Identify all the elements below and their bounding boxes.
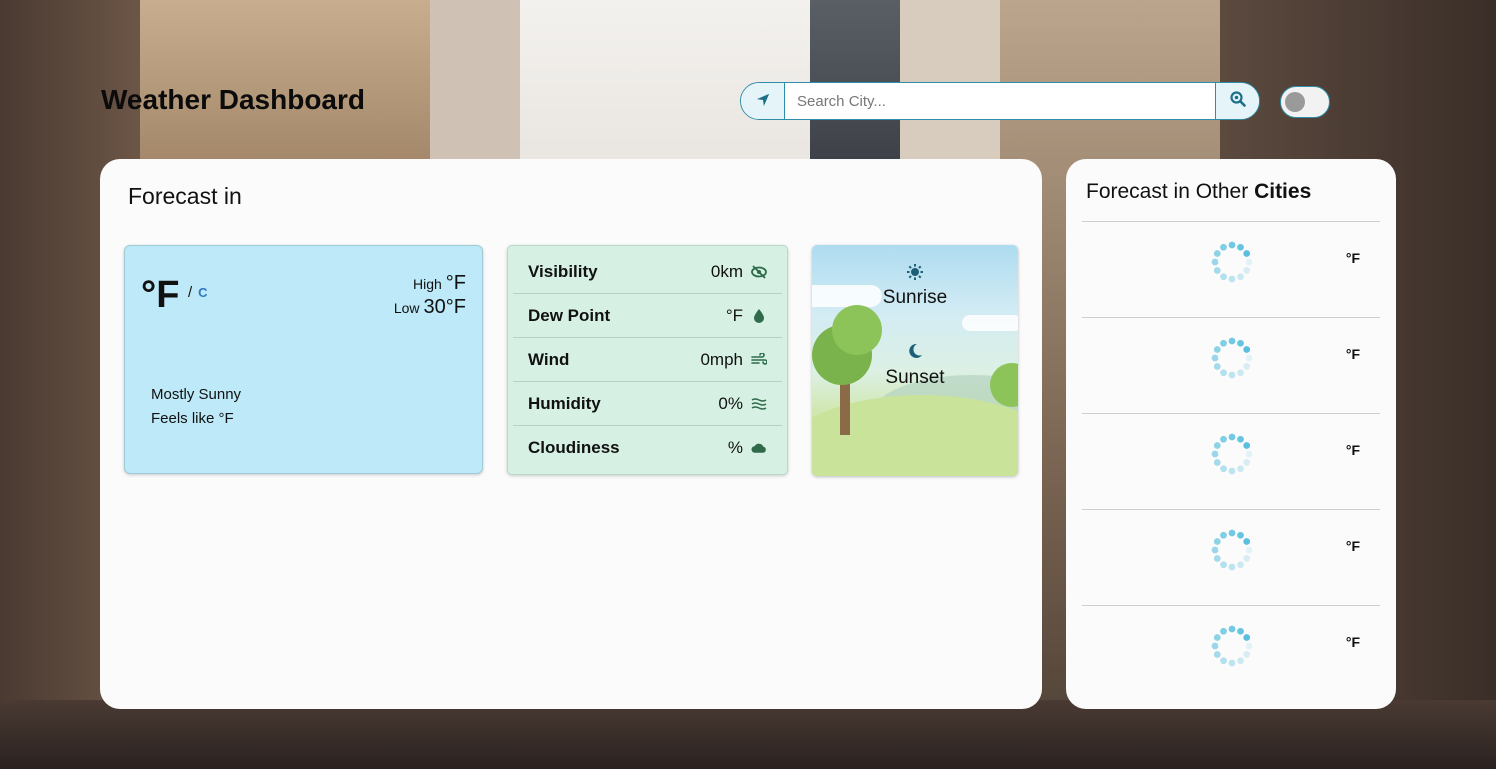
current-temp-card: °F / C High °F Low 30°F Mostly Sunny Feels … (124, 245, 483, 474)
wind-icon (751, 352, 767, 368)
celsius-link[interactable]: C (198, 285, 207, 300)
unit-separator: / (188, 284, 193, 301)
loading-spinner-icon (1210, 624, 1254, 668)
detail-label: Cloudiness (528, 438, 620, 457)
feels-like-text: Feels like °F (151, 410, 234, 427)
cloud-icon (751, 440, 767, 456)
unit-switch: / C (188, 284, 208, 301)
water-icon (751, 396, 767, 412)
other-cities-title: Forecast in Other Cities (1086, 180, 1312, 203)
search-icon (1229, 91, 1246, 111)
detail-value: °F (725, 305, 743, 325)
sunset-label: Sunset (885, 367, 945, 388)
high-low: High °F Low 30°F (394, 272, 466, 320)
city-row[interactable]: °F (1082, 509, 1380, 605)
detail-label: Dew Point (528, 305, 611, 325)
detail-label: Humidity (528, 393, 601, 413)
detail-value: 0mph (700, 349, 743, 369)
detail-value: % (727, 438, 743, 457)
sun-times-card: Sunrise Sunset (812, 245, 1018, 476)
city-list: °F °F °F °F °F (1082, 221, 1380, 701)
loading-spinner-icon (1210, 528, 1254, 572)
city-temp: °F (1345, 538, 1360, 554)
sunrise-label: Sunrise (882, 287, 948, 308)
detail-humidity: Humidity 0% (513, 382, 782, 426)
loading-spinner-icon (1210, 432, 1254, 476)
forecast-title: Forecast in (128, 183, 242, 209)
location-button[interactable] (741, 83, 785, 119)
current-temp: °F (141, 274, 180, 316)
city-temp: °F (1345, 346, 1360, 362)
search-bar (740, 82, 1260, 120)
detail-label: Wind (528, 349, 570, 369)
city-temp: °F (1345, 250, 1360, 266)
city-row[interactable]: °F (1082, 221, 1380, 317)
low-label: Low (393, 300, 420, 316)
theme-toggle[interactable] (1280, 86, 1330, 118)
city-row[interactable]: °F (1082, 317, 1380, 413)
detail-value: 0% (718, 393, 743, 413)
droplet-icon (751, 308, 767, 324)
toggle-knob (1285, 92, 1305, 112)
city-row[interactable]: °F (1082, 605, 1380, 701)
high-label: High (412, 276, 442, 292)
detail-visibility: Visibility 0km (513, 250, 782, 294)
detail-wind: Wind 0mph (513, 338, 782, 382)
loading-spinner-icon (1210, 240, 1254, 284)
city-row[interactable]: °F (1082, 413, 1380, 509)
main-forecast-card: Forecast in °F / C High °F Low 30°F Mostly … (100, 159, 1042, 709)
page-title: Weather Dashboard (101, 84, 365, 115)
moon-icon (907, 343, 923, 363)
city-temp: °F (1345, 442, 1360, 458)
search-button[interactable] (1215, 83, 1259, 119)
search-input[interactable] (785, 83, 1215, 119)
sunrise-icon (906, 263, 924, 285)
detail-label: Visibility (528, 261, 598, 281)
low-value: 30°F (423, 296, 466, 318)
loading-spinner-icon (1210, 336, 1254, 380)
detail-dew-point: Dew Point °F (513, 294, 782, 338)
eye-slash-icon (751, 264, 767, 280)
details-card: Visibility 0km Dew Point °F Wind 0mph Hu… (507, 245, 788, 475)
detail-value: 0km (710, 261, 743, 281)
location-arrow-icon (756, 92, 770, 111)
other-cities-card: Forecast in Other Cities °F °F °F °F °F (1066, 159, 1396, 709)
detail-cloudiness: Cloudiness % (513, 426, 782, 470)
city-temp: °F (1345, 634, 1360, 650)
high-value: °F (445, 272, 466, 294)
condition-block: Mostly Sunny Feels like °F (151, 383, 241, 431)
condition-text: Mostly Sunny (151, 386, 242, 403)
